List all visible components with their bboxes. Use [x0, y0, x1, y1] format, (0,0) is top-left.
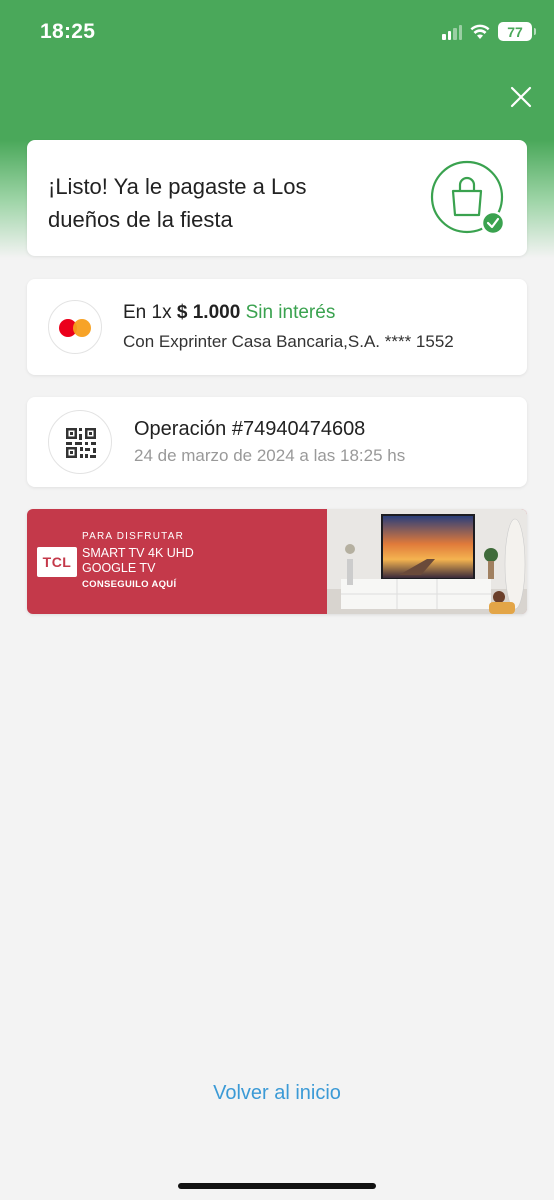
tcl-logo: TCL	[37, 547, 77, 577]
status-icons: 77	[442, 22, 536, 41]
installments-text: En 1x	[123, 302, 172, 323]
operation-card: Operación #74940474608 24 de marzo de 20…	[27, 397, 527, 487]
promo-banner[interactable]: TCL PARA DISFRUTAR SMART TV 4K UHD GOOGL…	[27, 509, 527, 614]
interest-label: Sin interés	[245, 302, 336, 323]
back-to-home-link[interactable]: Volver al inicio	[0, 1082, 554, 1105]
operation-number: Operación #74940474608	[134, 418, 366, 440]
banner-kicker: PARA DISFRUTAR	[82, 531, 184, 542]
banner-cta: CONSEGUILO AQUÍ	[82, 579, 177, 590]
banner-line2: GOOGLE TV	[82, 561, 156, 575]
success-title: ¡Listo! Ya le pagaste a Los dueños de la…	[48, 174, 307, 232]
status-bar: 18:25 77	[0, 0, 554, 66]
close-icon[interactable]	[508, 84, 534, 110]
shopping-bag-check-icon	[430, 160, 506, 236]
battery-icon: 77	[498, 22, 536, 41]
cellular-signal-icon	[442, 24, 462, 40]
qr-code-icon	[48, 410, 112, 474]
payment-account: Con Exprinter Casa Bancaria,S.A. **** 15…	[123, 332, 454, 351]
mastercard-logo	[48, 300, 102, 354]
payment-summary: En 1x $ 1.000 Sin interés	[123, 302, 335, 324]
wifi-icon	[470, 24, 490, 39]
payment-amount: $ 1.000	[176, 302, 241, 323]
payment-card: En 1x $ 1.000 Sin interés Con Exprinter …	[27, 279, 527, 375]
operation-date: 24 de marzo de 2024 a las 18:25 hs	[134, 446, 406, 465]
home-indicator[interactable]	[178, 1183, 376, 1189]
banner-line1: SMART TV 4K UHD	[82, 546, 194, 560]
tv-living-room-image	[327, 509, 527, 614]
status-time: 18:25	[40, 20, 96, 43]
banner-text: PARA DISFRUTAR SMART TV 4K UHD GOOGLE TV…	[82, 531, 194, 590]
success-card: ¡Listo! Ya le pagaste a Los dueños de la…	[27, 140, 527, 256]
